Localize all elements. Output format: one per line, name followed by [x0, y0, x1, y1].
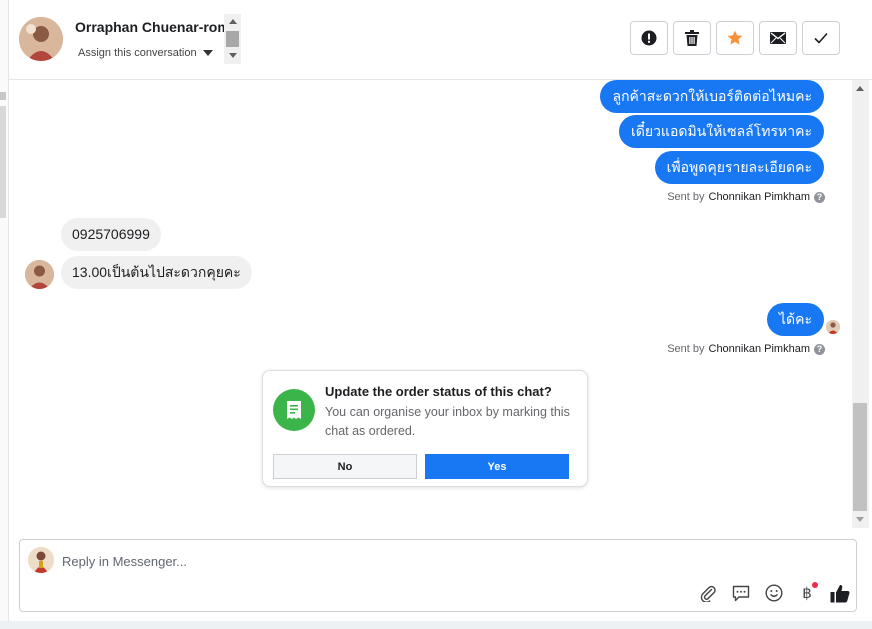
like-icon: [830, 584, 850, 602]
saved-reply-button[interactable]: [729, 581, 753, 605]
receipt-icon: [273, 389, 315, 431]
help-icon[interactable]: ?: [814, 343, 825, 355]
like-button[interactable]: [828, 581, 852, 605]
delete-button[interactable]: [673, 21, 711, 55]
message-bubble-incoming[interactable]: 13.00เป็นต้นไปสะดวกคุยคะ: [61, 256, 252, 289]
message-bubble-outgoing[interactable]: ลูกค้าสะดวกให้เบอร์ติดต่อไหมคะ: [600, 80, 824, 113]
contact-avatar-image: [19, 17, 63, 61]
star-icon: [727, 30, 743, 45]
header-name-scrollbar[interactable]: [224, 14, 241, 64]
left-scroll-strip: [0, 0, 9, 629]
assign-conversation-dropdown[interactable]: Assign this conversation: [78, 47, 213, 59]
notification-dot: [812, 582, 818, 588]
sent-by-prefix: Sent by: [667, 343, 705, 355]
reply-input[interactable]: [62, 550, 662, 572]
conversation-header: Orraphan Chuenar-rom Assign this convers…: [9, 0, 872, 80]
order-prompt-text: You can organise your inbox by marking t…: [325, 405, 570, 438]
saved-reply-icon: [732, 585, 750, 601]
seen-avatar-image: [826, 320, 840, 334]
contact-avatar-small: [25, 260, 54, 289]
sent-by-label: Sent by Chonnikan Pimkham ?: [667, 343, 825, 355]
spam-button[interactable]: [630, 21, 668, 55]
bottom-strip: [0, 621, 872, 629]
baht-payment-icon: ฿: [802, 584, 812, 602]
composer-toolbar: ฿: [696, 581, 852, 605]
scroll-up-arrow-icon[interactable]: [856, 86, 864, 91]
caret-down-icon: [202, 50, 213, 56]
message-bubble-outgoing[interactable]: เพื่อพูดคุยรายละเอียดคะ: [654, 151, 824, 184]
reply-composer: ฿: [19, 539, 857, 612]
sender-name: Chonnikan Pimkham: [708, 191, 811, 203]
left-scroll-bar[interactable]: [0, 106, 6, 218]
no-button[interactable]: No: [273, 454, 417, 479]
order-status-prompt: Update the order status of this chat? Yo…: [262, 370, 588, 487]
message-bubble-incoming[interactable]: 0925706999: [61, 218, 161, 251]
contact-avatar[interactable]: [19, 17, 63, 61]
agent-avatar-image: [28, 547, 54, 573]
attachment-button[interactable]: [696, 581, 720, 605]
conversation-toolbar: [630, 21, 840, 55]
scroll-up-arrow-icon[interactable]: [229, 19, 237, 24]
emoji-icon: [765, 584, 783, 602]
message-bubble-outgoing[interactable]: เดี๋ยวแอดมินให้เซลล์โทรหาคะ: [618, 115, 824, 148]
scroll-thumb[interactable]: [226, 31, 239, 47]
exclamation-icon: [641, 30, 657, 46]
order-prompt-title: Update the order status of this chat?: [325, 384, 552, 399]
contact-name[interactable]: Orraphan Chuenar-rom: [75, 19, 230, 35]
agent-avatar: [28, 547, 54, 573]
sender-name: Chonnikan Pimkham: [708, 343, 811, 355]
contact-name-box: Orraphan Chuenar-rom Assign this convers…: [75, 14, 241, 64]
trash-icon: [685, 30, 699, 46]
message-thread[interactable]: ลูกค้าสะดวกให้เบอร์ติดต่อไหมคะ เดี๋ยวแอด…: [9, 80, 852, 530]
check-icon: [814, 32, 828, 44]
seen-avatar: [826, 320, 840, 334]
scroll-thumb[interactable]: [853, 403, 867, 511]
left-scroll-tick: [0, 92, 6, 100]
envelope-icon: [770, 32, 786, 44]
mark-unread-button[interactable]: [759, 21, 797, 55]
sent-by-label: Sent by Chonnikan Pimkham ?: [667, 191, 825, 203]
help-icon[interactable]: ?: [814, 191, 825, 203]
scroll-down-arrow-icon[interactable]: [229, 53, 237, 58]
contact-avatar-small-image: [25, 260, 54, 289]
star-button[interactable]: [716, 21, 754, 55]
payment-button[interactable]: ฿: [795, 581, 819, 605]
mark-done-button[interactable]: [802, 21, 840, 55]
attachment-icon: [700, 585, 716, 602]
sent-by-prefix: Sent by: [667, 191, 705, 203]
thread-scrollbar[interactable]: [852, 80, 869, 528]
message-bubble-outgoing[interactable]: ได้คะ: [766, 303, 824, 336]
assign-conversation-label: Assign this conversation: [78, 47, 197, 59]
scroll-down-arrow-icon[interactable]: [856, 517, 864, 522]
yes-button[interactable]: Yes: [425, 454, 569, 479]
emoji-button[interactable]: [762, 581, 786, 605]
